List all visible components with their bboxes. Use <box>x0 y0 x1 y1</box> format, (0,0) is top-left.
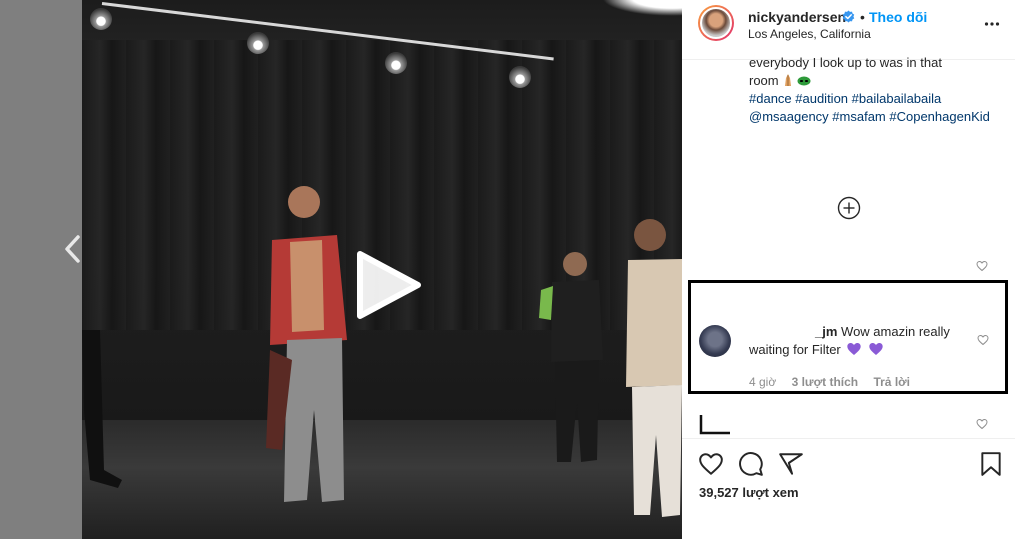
post-caption: everybody I look up to was in that room … <box>749 54 999 126</box>
bookmark-icon[interactable] <box>978 451 1004 477</box>
chevron-left-icon[interactable] <box>60 232 84 266</box>
mention-line[interactable]: @msaagency #msafam <box>749 109 886 124</box>
share-icon[interactable] <box>778 451 804 477</box>
heart-icon[interactable] <box>976 260 988 272</box>
post-header: nickyandersen • Theo dõi Los Angeles, Ca… <box>682 0 1015 60</box>
location-link[interactable]: Los Angeles, California <box>748 27 871 41</box>
follow-button[interactable]: Theo dõi <box>869 9 927 25</box>
dancer-figure <box>626 219 682 517</box>
comment-time: 4 giờ <box>749 375 777 389</box>
comment-username[interactable]: _jm <box>749 324 837 339</box>
stage-lamp <box>90 8 112 30</box>
comment-item: _jm Wow amazin really waiting for Filter… <box>688 280 1008 394</box>
stage-lamp <box>385 52 407 74</box>
caption-text: room <box>749 73 779 88</box>
caption-text-line: everybody I look up to was in that <box>749 55 942 70</box>
video-player[interactable] <box>82 0 682 539</box>
dancer-figure <box>539 252 603 462</box>
view-count[interactable]: 39,527 lượt xem <box>699 485 799 500</box>
purple-heart-icon <box>847 343 862 355</box>
post-sidebar: nickyandersen • Theo dõi Los Angeles, Ca… <box>682 0 1015 539</box>
backdrop-left <box>0 0 82 539</box>
ceiling-light-glow <box>602 0 682 16</box>
hashtag-line[interactable]: #CopenhagenKid <box>889 109 989 124</box>
separator-dot: • <box>860 9 865 25</box>
action-bar: 39,527 lượt xem <box>682 438 1015 539</box>
avatar[interactable] <box>699 325 731 357</box>
comment-icon[interactable] <box>738 451 764 477</box>
avatar[interactable] <box>698 5 734 41</box>
comment-avatar-partial <box>699 415 730 435</box>
verified-badge-icon <box>842 10 855 23</box>
comment-meta: 4 giờ 3 lượt thích Trả lời <box>749 375 922 389</box>
stage-lamp <box>247 32 269 54</box>
comment-body: _jm Wow amazin really waiting for Filter <box>749 323 969 359</box>
dancer-figure <box>266 186 347 502</box>
alien-emoji-icon <box>797 76 811 86</box>
play-icon[interactable] <box>354 250 424 320</box>
post-username[interactable]: nickyandersen <box>748 9 846 25</box>
plus-circle-icon[interactable] <box>837 196 861 220</box>
caption-text-line: room <box>749 72 999 90</box>
reply-button[interactable]: Trả lời <box>873 375 910 389</box>
heart-icon[interactable] <box>698 451 724 477</box>
more-options-icon[interactable] <box>984 16 1000 32</box>
stage-lamp <box>509 66 531 88</box>
comment-likes[interactable]: 3 lượt thích <box>792 375 859 389</box>
dancer-figure <box>82 330 122 488</box>
hashtag-line[interactable]: #dance #audition #bailabailabaila <box>749 91 941 106</box>
heart-icon[interactable] <box>977 334 989 346</box>
heart-icon[interactable] <box>976 418 988 430</box>
purple-heart-icon <box>869 343 883 355</box>
pray-emoji-icon <box>784 74 791 86</box>
